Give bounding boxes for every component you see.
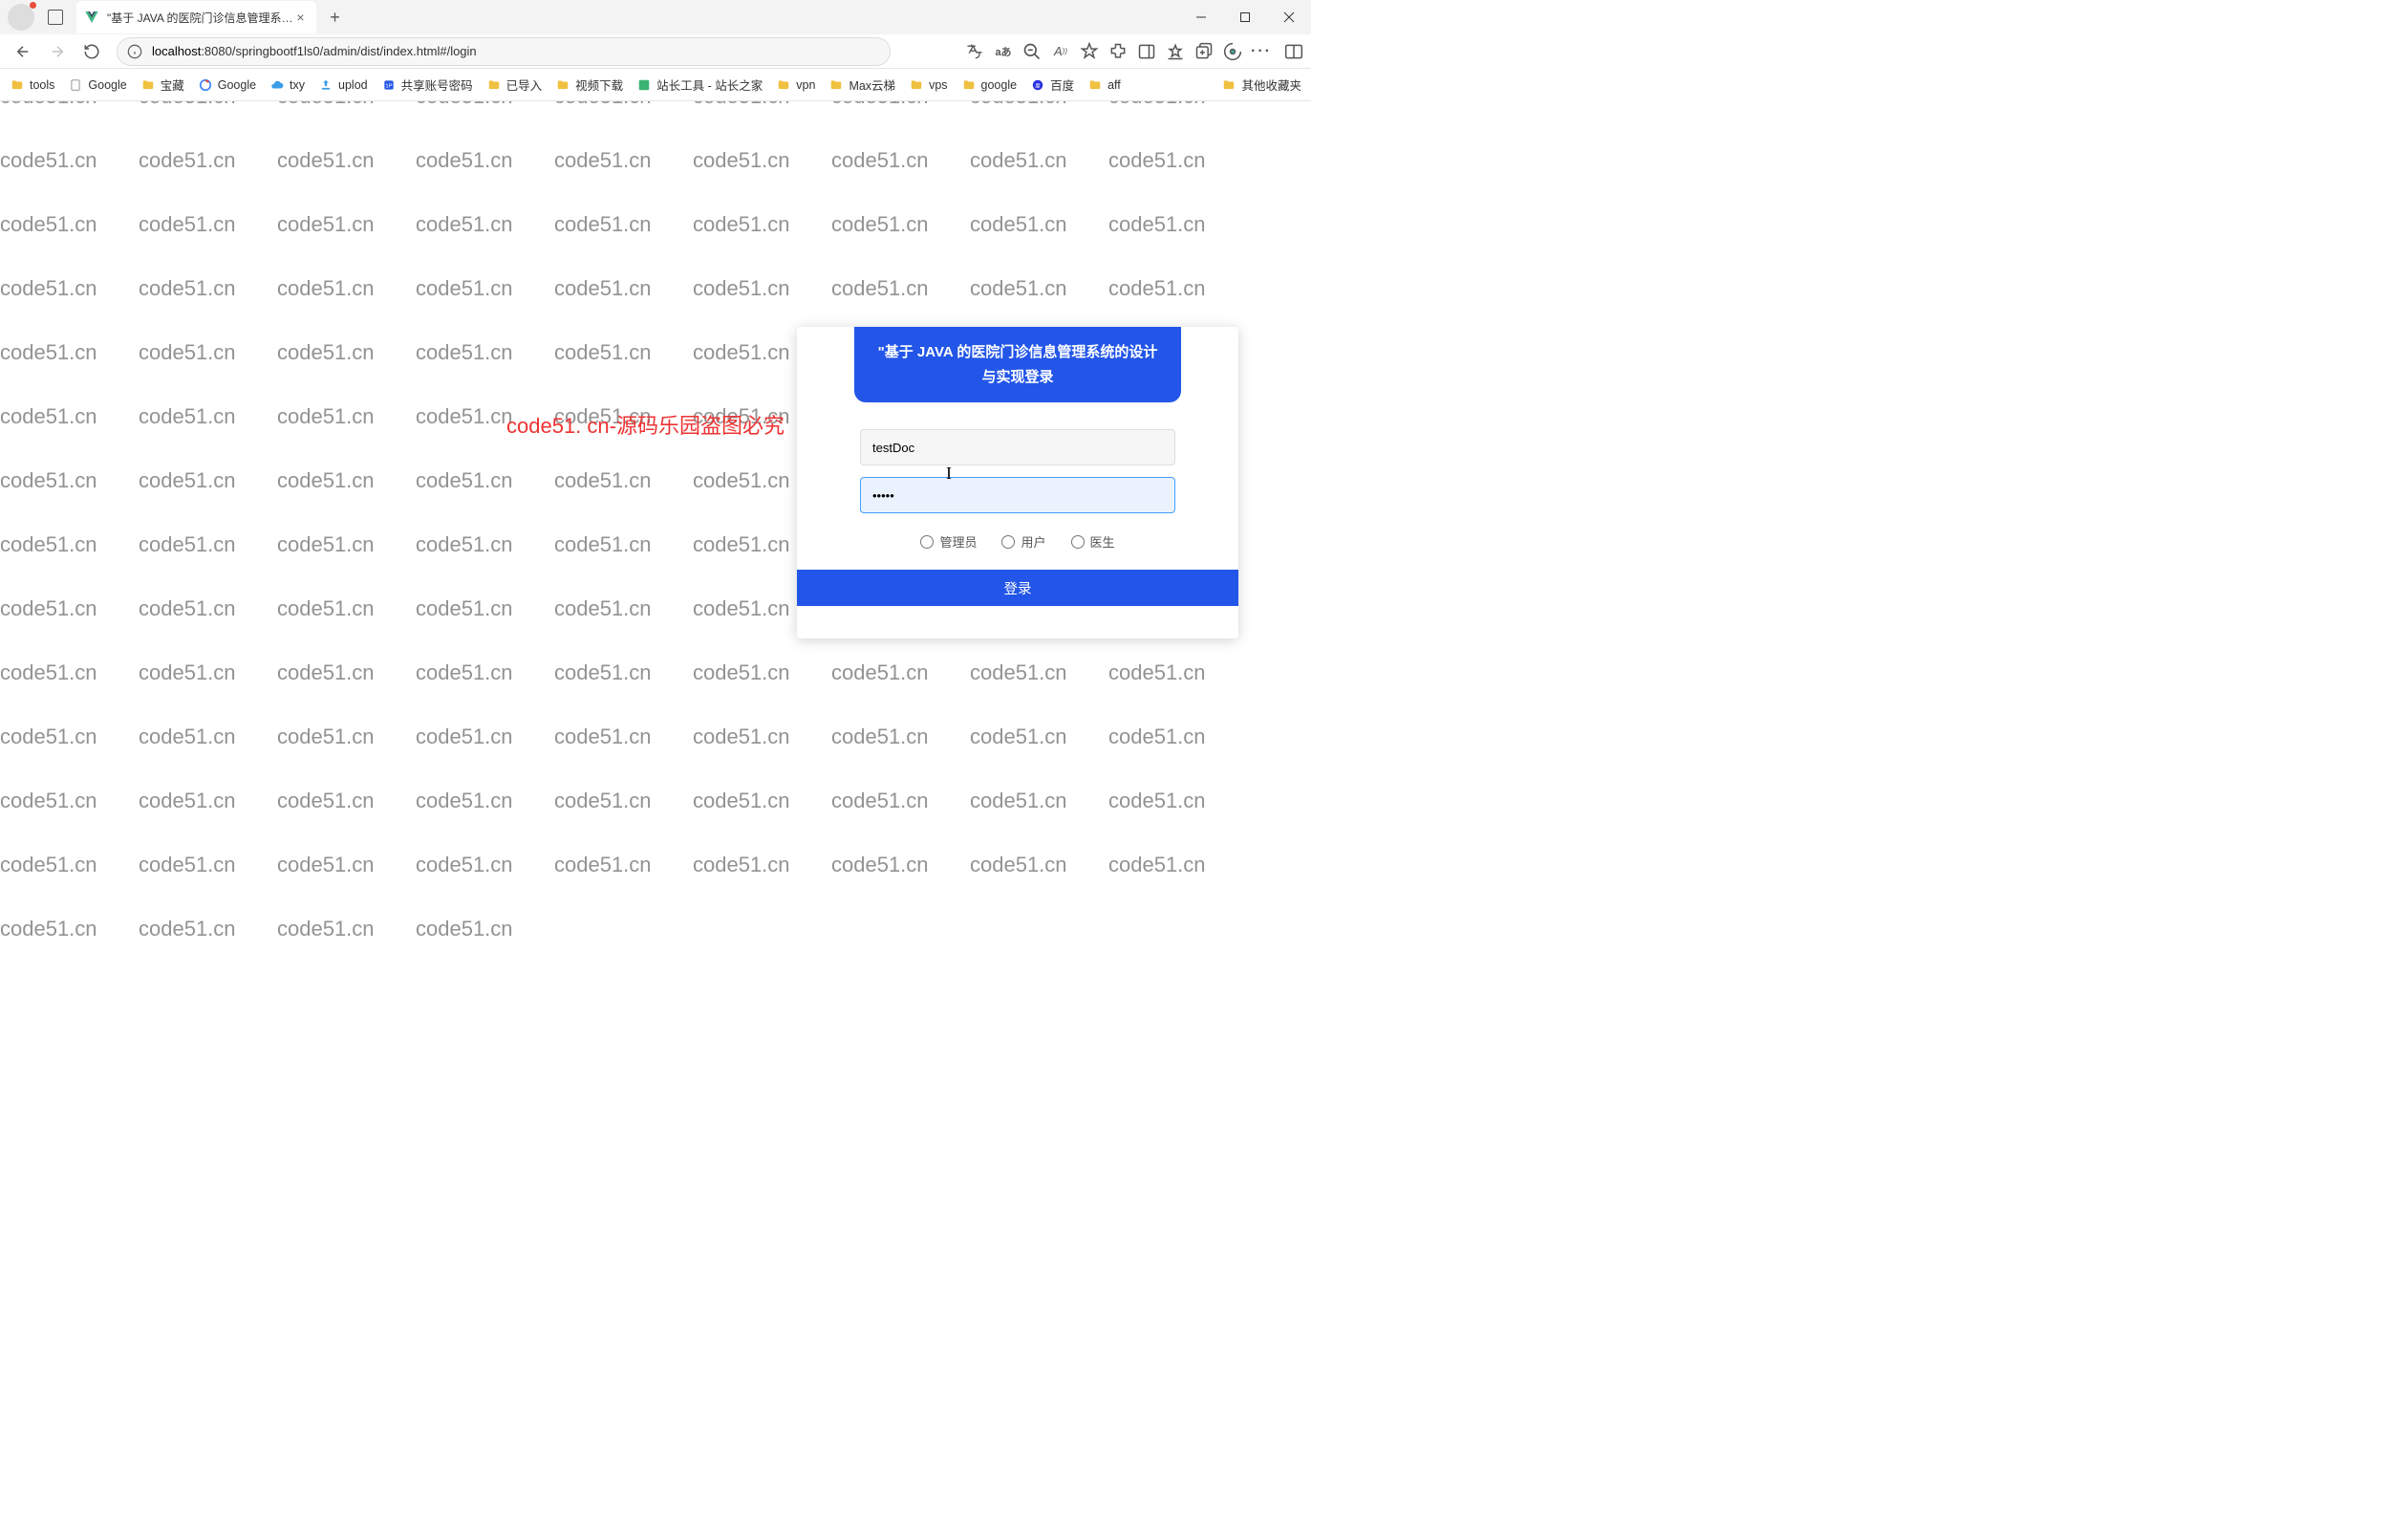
username-input[interactable] <box>860 429 1175 465</box>
extensions-icon[interactable] <box>1108 42 1128 61</box>
bookmark-label: google <box>981 78 1018 92</box>
refresh-button[interactable] <box>76 36 107 67</box>
bookmark-item[interactable]: 已导入 <box>486 76 543 94</box>
bookmark-item[interactable]: tools <box>10 78 54 92</box>
split-screen-icon[interactable] <box>1284 42 1303 61</box>
bookmark-label: 宝藏 <box>161 76 184 94</box>
bookmark-label: uplod <box>338 78 368 92</box>
url-box[interactable]: localhost:8080/springbootf1ls0/admin/dis… <box>117 37 891 66</box>
vue-icon <box>84 10 99 25</box>
login-title: "基于 JAVA 的医院门诊信息管理系统的设计与实现登录 <box>854 327 1181 402</box>
bookmark-label: tools <box>30 78 54 92</box>
bookmark-item[interactable]: google <box>961 78 1018 92</box>
bookmark-item[interactable]: vpn <box>776 78 815 92</box>
browser-titlebar: "基于 JAVA 的医院门诊信息管理系… × + <box>0 0 1311 34</box>
address-bar: localhost:8080/springbootf1ls0/admin/dis… <box>0 34 1311 69</box>
collections-icon[interactable] <box>1194 42 1214 61</box>
url-text: localhost:8080/springbootf1ls0/admin/dis… <box>152 44 477 58</box>
bookmark-label: 共享账号密码 <box>401 76 473 94</box>
favorite-icon[interactable] <box>1080 42 1099 61</box>
site-info-icon[interactable] <box>127 44 142 59</box>
password-input[interactable] <box>860 477 1175 513</box>
bookmark-item[interactable]: 宝藏 <box>140 76 184 94</box>
login-card: "基于 JAVA 的医院门诊信息管理系统的设计与实现登录 管理员 用户 医生 登录 <box>797 327 1238 638</box>
close-window-button[interactable] <box>1267 0 1311 34</box>
bookmark-label: aff <box>1107 78 1121 92</box>
role-option[interactable]: 医生 <box>1071 532 1115 551</box>
tab-close-button[interactable]: × <box>293 10 309 25</box>
role-option[interactable]: 用户 <box>1001 532 1045 551</box>
performance-icon[interactable] <box>1223 42 1242 61</box>
sidebar-icon[interactable] <box>1137 42 1156 61</box>
more-icon[interactable]: ··· <box>1252 42 1271 61</box>
role-radio[interactable] <box>1071 535 1085 549</box>
bookmark-overflow-label: 其他收藏夹 <box>1241 76 1301 94</box>
bookmark-item[interactable]: 1P 共享账号密码 <box>381 76 473 94</box>
read-aloud-icon[interactable]: A)) <box>1051 42 1070 61</box>
bookmark-item[interactable]: 站长工具 - 站长之家 <box>636 76 763 94</box>
tab-title: "基于 JAVA 的医院门诊信息管理系… <box>107 10 293 26</box>
bookmark-item[interactable]: Max云梯 <box>828 76 895 94</box>
bookmark-label: Max云梯 <box>849 76 895 94</box>
maximize-button[interactable] <box>1223 0 1267 34</box>
bookmark-item[interactable]: 视频下载 <box>555 76 623 94</box>
bookmark-label: 百度 <box>1050 76 1074 94</box>
workspaces-icon[interactable] <box>48 10 63 25</box>
browser-tab[interactable]: "基于 JAVA 的医院门诊信息管理系… × <box>76 1 316 33</box>
role-label: 用户 <box>1021 532 1045 551</box>
bookmarks-bar: tools Google 宝藏 Google txy uplod 1P 共享账号密码 已导入 视频… <box>0 69 1311 101</box>
bookmark-item[interactable]: Google <box>198 78 256 92</box>
role-option[interactable]: 管理员 <box>920 532 977 551</box>
bookmark-label: vpn <box>796 78 815 92</box>
bookmark-label: 视频下载 <box>575 76 623 94</box>
bookmark-item[interactable]: Google <box>68 78 126 92</box>
text-cursor-icon: I <box>946 464 952 484</box>
profile-icon[interactable] <box>8 4 34 31</box>
role-radio[interactable] <box>920 535 934 549</box>
bookmark-label: Google <box>218 78 256 92</box>
bookmark-item[interactable]: uplod <box>318 78 368 92</box>
minimize-button[interactable] <box>1179 0 1223 34</box>
svg-text:1P: 1P <box>385 83 392 89</box>
bookmark-item[interactable]: txy <box>269 78 305 92</box>
bookmark-label: txy <box>290 78 305 92</box>
bookmark-item[interactable]: vps <box>909 78 947 92</box>
back-button[interactable] <box>8 36 38 67</box>
center-notice: code51. cn-源码乐园盗图必究 <box>506 409 785 440</box>
forward-button[interactable] <box>42 36 73 67</box>
role-label: 医生 <box>1090 532 1115 551</box>
translate-icon[interactable] <box>965 42 984 61</box>
bookmark-item[interactable]: 度百度 <box>1030 76 1074 94</box>
role-radio[interactable] <box>1001 535 1015 549</box>
bookmark-label: vps <box>929 78 947 92</box>
login-button[interactable]: 登录 <box>797 570 1238 606</box>
bookmark-label: Google <box>88 78 126 92</box>
bookmark-label: 站长工具 - 站长之家 <box>656 76 763 94</box>
text-size-icon[interactable]: aあ <box>994 42 1013 61</box>
favorites-bar-icon[interactable] <box>1166 42 1185 61</box>
zoom-icon[interactable] <box>1022 42 1042 61</box>
new-tab-button[interactable]: + <box>322 4 349 31</box>
bookmark-item[interactable]: aff <box>1087 78 1121 92</box>
bookmark-label: 已导入 <box>506 76 543 94</box>
bookmark-overflow[interactable]: 其他收藏夹 <box>1221 76 1301 94</box>
role-label: 管理员 <box>939 532 977 551</box>
